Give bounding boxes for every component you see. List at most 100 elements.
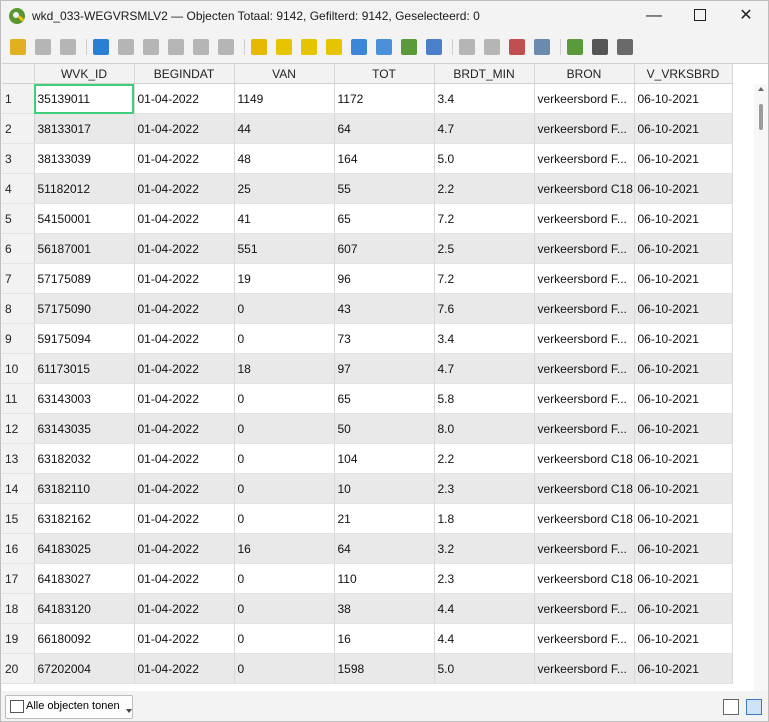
row-number[interactable]: 8: [2, 293, 35, 324]
row-number[interactable]: 16: [2, 533, 35, 564]
table-cell[interactable]: 0: [234, 653, 335, 684]
table-cell[interactable]: verkeersbord F...: [534, 83, 635, 114]
table-cell[interactable]: 64: [334, 533, 435, 564]
table-cell[interactable]: 607: [334, 233, 435, 264]
column-header[interactable]: BRON: [534, 64, 635, 84]
row-number[interactable]: 17: [2, 563, 35, 594]
deselect-all-icon[interactable]: [326, 39, 342, 55]
row-number[interactable]: 2: [2, 113, 35, 144]
table-cell[interactable]: 5.8: [434, 383, 535, 414]
table-cell[interactable]: verkeersbord F...: [534, 263, 635, 294]
reload-table-icon[interactable]: [93, 39, 109, 55]
table-cell[interactable]: 4.7: [434, 353, 535, 384]
table-cell[interactable]: 5.0: [434, 143, 535, 174]
table-cell[interactable]: 104: [334, 443, 435, 474]
table-cell[interactable]: verkeersbord F...: [534, 593, 635, 624]
table-cell[interactable]: 06-10-2021: [634, 653, 733, 684]
move-selection-to-top-icon[interactable]: [376, 39, 392, 55]
table-cell[interactable]: 61173015: [34, 353, 135, 384]
table-cell[interactable]: 0: [234, 443, 335, 474]
table-cell[interactable]: 06-10-2021: [634, 443, 733, 474]
table-cell[interactable]: 110: [334, 563, 435, 594]
actions-icon[interactable]: [567, 39, 583, 55]
table-cell[interactable]: 01-04-2022: [134, 533, 235, 564]
table-cell[interactable]: 06-10-2021: [634, 143, 733, 174]
table-cell[interactable]: 01-04-2022: [134, 233, 235, 264]
table-cell[interactable]: 01-04-2022: [134, 173, 235, 204]
table-row[interactable]: 3 38133039 01-04-2022 48 164 5.0 verkeersbord …: [2, 143, 733, 174]
table-row[interactable]: 5 54150001 01-04-2022 41 65 7.2 verkeersbord F…: [2, 203, 733, 234]
table-cell[interactable]: 06-10-2021: [634, 203, 733, 234]
table-cell[interactable]: 4.4: [434, 623, 535, 654]
vertical-scrollbar[interactable]: [754, 84, 768, 692]
table-cell[interactable]: 0: [234, 293, 335, 324]
close-button[interactable]: ✕: [723, 1, 768, 33]
table-cell[interactable]: 01-04-2022: [134, 293, 235, 324]
table-row[interactable]: 20 67202004 01-04-2022 0 1598 5.0 verkeersbord…: [2, 653, 733, 684]
table-cell[interactable]: 0: [234, 413, 335, 444]
table-cell[interactable]: 56187001: [34, 233, 135, 264]
show-all-features-button[interactable]: Alle objecten tonen: [5, 695, 133, 719]
table-cell[interactable]: 3.4: [434, 83, 535, 114]
table-cell[interactable]: 01-04-2022: [134, 413, 235, 444]
column-header[interactable]: VAN: [234, 64, 335, 84]
row-number[interactable]: 12: [2, 413, 35, 444]
table-cell[interactable]: 2.3: [434, 563, 535, 594]
table-cell[interactable]: 16: [334, 623, 435, 654]
cut-icon[interactable]: [168, 39, 184, 55]
table-cell[interactable]: 44: [234, 113, 335, 144]
table-cell[interactable]: 06-10-2021: [634, 593, 733, 624]
table-cell[interactable]: 01-04-2022: [134, 653, 235, 684]
table-cell[interactable]: 59175094: [34, 323, 135, 354]
copy-icon[interactable]: [193, 39, 209, 55]
table-cell[interactable]: 3.2: [434, 533, 535, 564]
table-cell[interactable]: 64183025: [34, 533, 135, 564]
table-cell[interactable]: 01-04-2022: [134, 623, 235, 654]
row-number[interactable]: 18: [2, 593, 35, 624]
paste-icon[interactable]: [218, 39, 234, 55]
minimize-button[interactable]: —: [631, 1, 677, 33]
table-cell[interactable]: 06-10-2021: [634, 323, 733, 354]
table-cell[interactable]: 57175089: [34, 263, 135, 294]
table-cell[interactable]: 51182012: [34, 173, 135, 204]
table-cell[interactable]: verkeersbord F...: [534, 113, 635, 144]
table-cell[interactable]: 0: [234, 473, 335, 504]
table-cell[interactable]: 43: [334, 293, 435, 324]
zoom-map-icon[interactable]: [592, 39, 608, 55]
table-cell[interactable]: 7.6: [434, 293, 535, 324]
table-cell[interactable]: 55: [334, 173, 435, 204]
table-cell[interactable]: 2.3: [434, 473, 535, 504]
table-cell[interactable]: 25: [234, 173, 335, 204]
table-cell[interactable]: 54150001: [34, 203, 135, 234]
table-row[interactable]: 19 66180092 01-04-2022 0 16 4.4 verkeersbord F…: [2, 623, 733, 654]
table-cell[interactable]: 01-04-2022: [134, 353, 235, 384]
select-all-icon[interactable]: [276, 39, 292, 55]
multi-edit-icon[interactable]: [35, 39, 51, 55]
table-cell[interactable]: 57175090: [34, 293, 135, 324]
table-cell[interactable]: 06-10-2021: [634, 263, 733, 294]
table-cell[interactable]: 01-04-2022: [134, 263, 235, 294]
table-cell[interactable]: 01-04-2022: [134, 383, 235, 414]
row-number[interactable]: 5: [2, 203, 35, 234]
table-cell[interactable]: 06-10-2021: [634, 413, 733, 444]
table-cell[interactable]: 63143035: [34, 413, 135, 444]
table-cell[interactable]: 7.2: [434, 263, 535, 294]
table-cell[interactable]: 64: [334, 113, 435, 144]
delete-selected-icon[interactable]: [143, 39, 159, 55]
dock-icon[interactable]: [617, 39, 633, 55]
table-cell[interactable]: 4.7: [434, 113, 535, 144]
table-cell[interactable]: 06-10-2021: [634, 173, 733, 204]
table-cell[interactable]: 01-04-2022: [134, 443, 235, 474]
filter-select-icon[interactable]: [351, 39, 367, 55]
table-cell[interactable]: 1172: [334, 83, 435, 114]
table-cell[interactable]: 06-10-2021: [634, 563, 733, 594]
table-cell[interactable]: 21: [334, 503, 435, 534]
column-header[interactable]: BEGINDAT: [134, 64, 235, 84]
row-number[interactable]: 9: [2, 323, 35, 354]
corner-header[interactable]: [2, 64, 35, 84]
scrollbar-thumb[interactable]: [759, 104, 763, 130]
field-calculator-icon[interactable]: [509, 39, 525, 55]
table-row[interactable]: 10 61173015 01-04-2022 18 97 4.7 verkeersbord …: [2, 353, 733, 384]
table-cell[interactable]: 01-04-2022: [134, 83, 235, 114]
table-cell[interactable]: 1.8: [434, 503, 535, 534]
